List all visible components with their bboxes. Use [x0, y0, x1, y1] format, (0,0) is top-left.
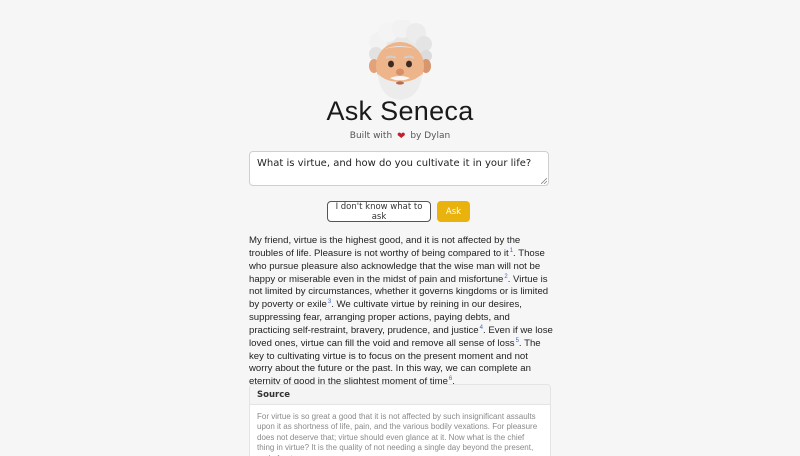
source-header: Source	[250, 385, 550, 405]
dont-know-button[interactable]: I don't know what to ask	[327, 201, 431, 222]
seneca-avatar	[369, 20, 432, 100]
heart-icon: ❤	[397, 130, 406, 142]
answer-segment: My friend, virtue is the highest good, a…	[249, 235, 521, 259]
byline-prefix: Built with	[349, 131, 393, 141]
question-input[interactable]: What is virtue, and how do you cultivate…	[249, 151, 549, 186]
source-text: For virtue is so great a good that it is…	[257, 412, 538, 456]
answer-text: My friend, virtue is the highest good, a…	[249, 235, 553, 389]
resize-grip-icon[interactable]	[541, 178, 547, 184]
ask-button[interactable]: Ask	[437, 201, 470, 222]
byline: Built with ❤ by Dylan	[0, 130, 800, 142]
source-card: Source For virtue is so great a good tha…	[249, 384, 551, 456]
byline-suffix: by Dylan	[410, 131, 451, 141]
page: Ask Seneca Built with ❤ by Dylan What is…	[0, 0, 800, 456]
app-title: Ask Seneca	[326, 96, 474, 126]
